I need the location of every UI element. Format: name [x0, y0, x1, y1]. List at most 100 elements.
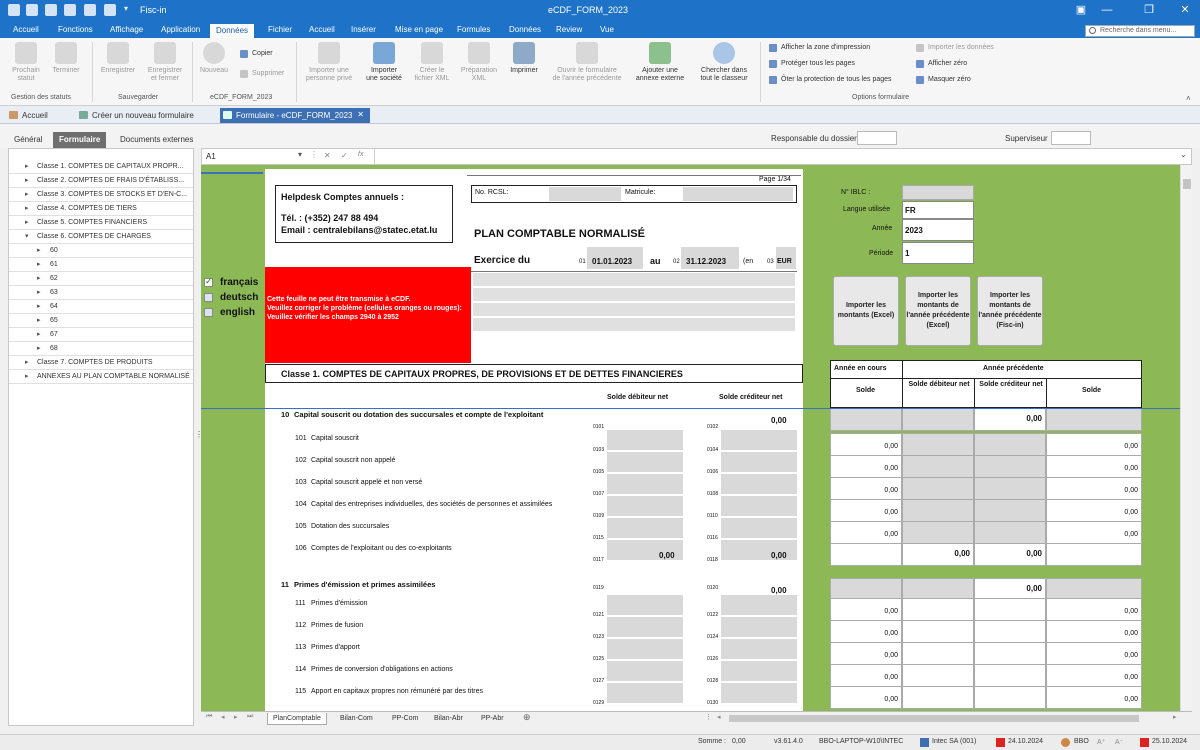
responsable-input[interactable]: [857, 131, 897, 145]
menu-fonctions[interactable]: Fonctions: [58, 25, 93, 34]
import-person-button[interactable]: Importer une personne privé: [300, 42, 358, 83]
debit-input[interactable]: [607, 496, 683, 516]
debit-input[interactable]: [607, 617, 683, 637]
protect-pages-option[interactable]: Protéger tous les pages: [769, 60, 855, 68]
amount-cell[interactable]: 0,00: [830, 642, 902, 665]
amount-cell[interactable]: 0,00: [1046, 499, 1142, 522]
scroll-left-icon[interactable]: ◂: [717, 713, 721, 721]
open-previous-button[interactable]: Ouvrir le formulaire de l'année précéden…: [546, 42, 628, 83]
hscroll-handle-icon[interactable]: ⋮: [705, 713, 712, 721]
amount-cell[interactable]: 0,00: [974, 408, 1046, 431]
add-annex-button[interactable]: Ajouter une annexe externe: [630, 42, 690, 83]
menu-affichage[interactable]: Affichage: [110, 25, 143, 34]
delete-button[interactable]: Supprimer: [240, 70, 284, 78]
checkbox-english[interactable]: [204, 308, 213, 317]
amount-cell[interactable]: 0,00: [974, 543, 1046, 566]
doc-tab-home[interactable]: Accueil: [6, 108, 52, 123]
doc-tab-form[interactable]: Formulaire - eCDF_FORM_2023 ✕: [220, 108, 370, 123]
tree-item[interactable]: ▸ Classe 5. COMPTES FINANCIERS: [9, 217, 193, 230]
amount-cell[interactable]: [902, 620, 974, 643]
amount-cell[interactable]: [974, 664, 1046, 687]
amount-cell[interactable]: [902, 686, 974, 709]
menu-mise-en-page[interactable]: Mise en page: [395, 25, 443, 34]
import-previous-excel-button[interactable]: Importer les montants de l'année précéde…: [905, 276, 971, 346]
tree-item[interactable]: ▸ 63: [9, 287, 193, 300]
credit-input[interactable]: [721, 452, 797, 472]
amount-cell[interactable]: 0,00: [830, 686, 902, 709]
cell-ref-dropdown-icon[interactable]: ▾: [298, 150, 302, 159]
tree-item[interactable]: ▸ 62: [9, 273, 193, 286]
notifications-icon[interactable]: ▣: [1072, 3, 1090, 17]
amount-cell[interactable]: 0,00: [1046, 433, 1142, 456]
debit-input[interactable]: [607, 661, 683, 681]
tab-formulaire[interactable]: Formulaire: [53, 132, 107, 148]
debit-input[interactable]: [607, 595, 683, 615]
prev-sheet-icon[interactable]: ◂: [221, 713, 225, 721]
credit-input[interactable]: [721, 661, 797, 681]
amount-cell[interactable]: 0,00: [830, 499, 902, 522]
sheet-tab-pp-com[interactable]: PP-Com: [387, 713, 423, 725]
tree-item[interactable]: ▸ 64: [9, 301, 193, 314]
first-sheet-icon[interactable]: ⏮: [206, 713, 212, 721]
add-icon[interactable]: [45, 4, 57, 16]
amount-cell[interactable]: 0,00: [1046, 664, 1142, 687]
tree-item[interactable]: ▸ ANNEXES AU PLAN COMPTABLE NORMALISÉ: [9, 371, 193, 384]
amount-cell[interactable]: [902, 433, 974, 456]
font-increase-icon[interactable]: A⁺: [1097, 738, 1105, 746]
minimize-icon[interactable]: —: [1098, 3, 1116, 17]
amount-cell[interactable]: [902, 477, 974, 500]
periode-field[interactable]: 1: [902, 242, 974, 264]
menu-formules[interactable]: Formules: [457, 25, 490, 34]
amount-cell[interactable]: 0,00: [830, 664, 902, 687]
amount-cell[interactable]: [974, 477, 1046, 500]
amount-cell[interactable]: 0,00: [830, 620, 902, 643]
sheet-tab-pp-abr[interactable]: PP-Abr: [476, 713, 509, 725]
amount-cell[interactable]: 0,00: [830, 521, 902, 544]
tree-item[interactable]: ▸ 67: [9, 329, 193, 342]
import-company-button[interactable]: Importer une société: [360, 42, 408, 83]
amount-cell[interactable]: 0,00: [1046, 686, 1142, 709]
amount-cell[interactable]: [1046, 408, 1142, 431]
function-icon[interactable]: fx: [358, 151, 363, 158]
tree-item[interactable]: ▸ Classe 3. COMPTES DE STOCKS ET D'EN-C..…: [9, 189, 193, 202]
annee-field[interactable]: 2023: [902, 219, 974, 241]
print-button[interactable]: Imprimer: [504, 42, 544, 75]
debit-input[interactable]: [607, 474, 683, 494]
amount-cell[interactable]: [974, 642, 1046, 665]
scroll-thumb[interactable]: [1183, 179, 1191, 189]
matricule-input[interactable]: [683, 187, 793, 201]
tree-item[interactable]: ▸ Classe 1. COMPTES DE CAPITAUX PROPR...: [9, 161, 193, 174]
debit-input[interactable]: [607, 639, 683, 659]
amount-cell[interactable]: [974, 686, 1046, 709]
tree-item[interactable]: ▸ 68: [9, 343, 193, 356]
search-workbook-button[interactable]: Chercher dans tout le classeur: [694, 42, 754, 83]
tree-item[interactable]: ▸ Classe 4. COMPTES DE TIERS: [9, 203, 193, 216]
credit-input[interactable]: [721, 683, 797, 703]
amount-cell[interactable]: 0,00: [830, 455, 902, 478]
save-icon[interactable]: [26, 4, 38, 16]
create-xml-button[interactable]: Créer le fichier XML: [410, 42, 454, 83]
amount-cell[interactable]: 0,00: [1046, 477, 1142, 500]
amount-cell[interactable]: [974, 499, 1046, 522]
credit-input[interactable]: [721, 474, 797, 494]
show-zero-option[interactable]: Afficher zéro: [916, 60, 967, 68]
menu-accueil[interactable]: Accueil: [13, 25, 39, 34]
debit-input[interactable]: [607, 452, 683, 472]
amount-cell[interactable]: [902, 455, 974, 478]
cell-reference[interactable]: A1: [206, 152, 216, 161]
sheet-tab-bilan-com[interactable]: Bilan-Com: [335, 713, 378, 725]
menu-search[interactable]: Recherche dans menu...: [1085, 25, 1195, 37]
import-excel-button[interactable]: Importer les montants (Excel): [833, 276, 899, 346]
copy-button[interactable]: Copier: [240, 50, 273, 58]
tree-item[interactable]: ▸ Classe 2. COMPTES DE FRAIS D'ÉTABLISS..…: [9, 175, 193, 188]
credit-input[interactable]: [721, 617, 797, 637]
import-previous-fiscin-button[interactable]: Importer les montants de l'année précéde…: [977, 276, 1043, 346]
tree-item[interactable]: ▸ Classe 7. COMPTES DE PRODUITS: [9, 357, 193, 370]
save-button[interactable]: Enregistrer: [96, 42, 140, 75]
save-close-button[interactable]: Enregistrer et fermer: [142, 42, 188, 83]
debit-input[interactable]: [607, 518, 683, 538]
amount-cell[interactable]: 0,00: [1046, 521, 1142, 544]
amount-cell[interactable]: 0,00: [902, 543, 974, 566]
debit-input[interactable]: [607, 430, 683, 450]
import-data-option[interactable]: Importer les données: [916, 44, 994, 52]
